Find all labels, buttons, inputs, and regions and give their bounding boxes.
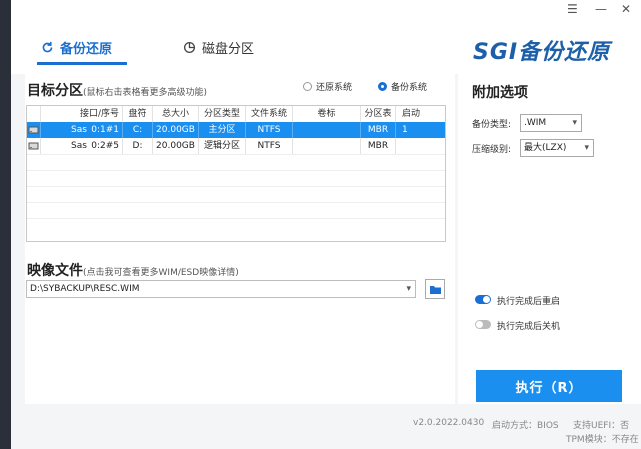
cell-drive: D: xyxy=(123,138,153,154)
col-size[interactable]: 总大小 xyxy=(153,106,199,122)
tab-backup-restore[interactable]: 备份还原 xyxy=(41,38,112,57)
shutdown-label: 执行完成后关机 xyxy=(497,322,561,332)
chevron-down-icon: ▾ xyxy=(572,118,577,128)
restart-toggle[interactable] xyxy=(475,295,491,304)
cell-label xyxy=(293,122,361,138)
cell-size: 20.00GB xyxy=(153,138,199,154)
tpm-module-text: TPM模块：不存在 xyxy=(566,435,639,445)
restart-label: 执行完成后重启 xyxy=(497,297,561,307)
section-title-text: 目标分区 xyxy=(27,83,83,99)
image-path-value: D:\SYBACKUP\RESC.WIM xyxy=(30,284,140,294)
cell-interface: Sas 0:1#1 xyxy=(41,122,123,138)
browse-folder-button[interactable] xyxy=(425,279,445,299)
col-drive[interactable]: 盘符 xyxy=(123,106,153,122)
cell-part-table: MBR xyxy=(361,122,396,138)
radio-label: 还原系统 xyxy=(316,83,353,93)
image-file-title[interactable]: 映像文件(点击我可查看更多WIM/ESD映像详情) xyxy=(27,260,239,280)
section-note: (点击我可查看更多WIM/ESD映像详情) xyxy=(83,268,239,278)
target-partition-title: 目标分区(鼠标右击表格看更多高级功能) xyxy=(27,80,207,100)
toggle-knob xyxy=(483,296,490,303)
grid-line xyxy=(27,154,445,155)
cell-size: 20.00GB xyxy=(153,122,199,138)
brand-logo: SGI备份还原 xyxy=(473,40,611,65)
table-row[interactable]: Sas 0:1#1 C: 20.00GB 主分区 NTFS MBR 1 xyxy=(27,122,445,138)
folder-icon xyxy=(429,285,441,294)
execute-button[interactable]: 执行（R） xyxy=(476,370,622,402)
table-header: 接口/序号 盘符 总大小 分区类型 文件系统 卷标 分区表 启动 xyxy=(27,106,445,122)
radio-label: 备份系统 xyxy=(391,83,428,93)
minimize-button[interactable]: — xyxy=(595,2,607,16)
cell-filesystem: NTFS xyxy=(246,122,293,138)
radio-dot xyxy=(303,82,312,91)
restore-system-radio[interactable]: 还原系统 xyxy=(303,80,352,93)
image-path-select[interactable]: D:\SYBACKUP\RESC.WIM ▾ xyxy=(26,280,416,298)
table-row[interactable]: Sas 0:2#5 D: 20.00GB 逻辑分区 NTFS MBR xyxy=(27,138,445,154)
cell-part-type: 逻辑分区 xyxy=(199,138,246,154)
menu-icon[interactable]: ☰ xyxy=(567,2,578,16)
col-label[interactable]: 卷标 xyxy=(293,106,361,122)
grid-line xyxy=(27,170,445,171)
chevron-down-icon: ▾ xyxy=(406,284,411,294)
grid-line xyxy=(27,186,445,187)
backup-type-label: 备份类型: xyxy=(472,120,512,130)
grid-line xyxy=(27,218,445,219)
radio-dot xyxy=(378,82,387,91)
refresh-icon xyxy=(42,41,53,53)
backup-type-select[interactable]: .WIM ▾ xyxy=(520,114,582,132)
disk-icon xyxy=(27,122,41,138)
tab-label: 磁盘分区 xyxy=(202,42,255,57)
toggle-knob xyxy=(476,321,483,328)
col-part-type[interactable]: 分区类型 xyxy=(199,106,246,122)
cell-drive: C: xyxy=(123,122,153,138)
partition-table[interactable]: 接口/序号 盘符 总大小 分区类型 文件系统 卷标 分区表 启动 Sas 0:1#… xyxy=(26,105,446,242)
cell-filesystem: NTFS xyxy=(246,138,293,154)
col-boot[interactable]: 启动 xyxy=(396,106,445,122)
cell-bus: Sas xyxy=(71,125,87,135)
col-icon xyxy=(27,106,41,122)
cell-boot xyxy=(396,138,445,154)
cell-label xyxy=(293,138,361,154)
disk-icon xyxy=(27,138,41,154)
close-button[interactable]: ✕ xyxy=(621,2,631,16)
active-tab-indicator xyxy=(37,62,127,65)
cell-boot: 1 xyxy=(402,125,408,135)
pie-chart-icon xyxy=(183,41,196,54)
version-text: v2.0.2022.0430 xyxy=(413,418,485,428)
col-interface[interactable]: 接口/序号 xyxy=(41,106,123,122)
app-window: ☰ — ✕ 备份还原 磁盘分区 SGI备份还原 目标分区(鼠标右击表格看更多高级… xyxy=(11,0,641,449)
uefi-support-text: 支持UEFI：否 xyxy=(573,421,630,431)
col-part-table[interactable]: 分区表 xyxy=(361,106,396,122)
boot-mode-text: 启动方式：BIOS xyxy=(492,421,559,431)
section-title-text: 映像文件 xyxy=(27,263,83,279)
title-bar: ☰ — ✕ 备份还原 磁盘分区 SGI备份还原 xyxy=(11,0,641,74)
chevron-down-icon: ▾ xyxy=(584,143,589,153)
options-title: 附加选项 xyxy=(472,85,528,101)
cell-part-table: MBR xyxy=(361,138,396,154)
col-filesystem[interactable]: 文件系统 xyxy=(246,106,293,122)
section-note: (鼠标右击表格看更多高级功能) xyxy=(83,88,208,98)
backup-type-value: .WIM xyxy=(524,118,547,128)
cell-index: 0:1#1 xyxy=(91,125,119,135)
compress-level-label: 压缩级别: xyxy=(472,145,512,155)
compress-level-value: 最大(LZX) xyxy=(524,143,567,153)
shutdown-toggle[interactable] xyxy=(475,320,491,329)
cell-index: 0:2#5 xyxy=(91,141,119,151)
compress-level-select[interactable]: 最大(LZX) ▾ xyxy=(520,139,594,157)
tab-label: 备份还原 xyxy=(60,42,113,57)
cell-part-type: 主分区 xyxy=(199,122,246,138)
cell-interface: Sas 0:2#5 xyxy=(41,138,123,154)
grid-line xyxy=(27,202,445,203)
tab-disk-partition[interactable]: 磁盘分区 xyxy=(183,38,254,57)
cell-bus: Sas xyxy=(71,141,87,151)
backup-system-radio[interactable]: 备份系统 xyxy=(378,80,427,93)
